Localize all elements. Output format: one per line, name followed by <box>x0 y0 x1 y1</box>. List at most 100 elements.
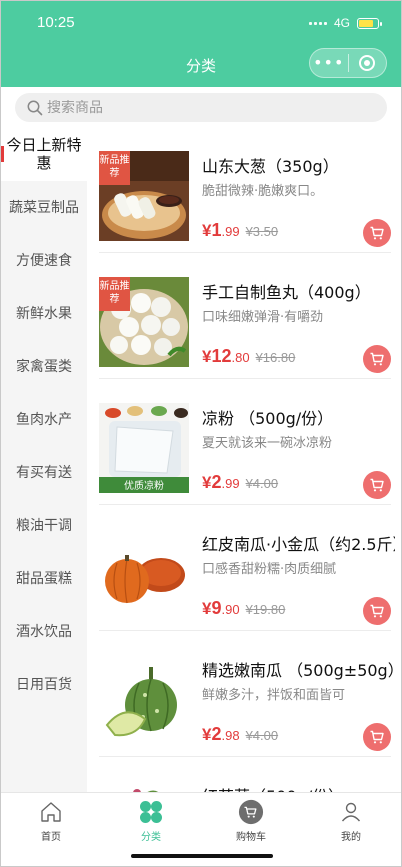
product-price: ¥9.90 ¥19.80 <box>202 598 285 619</box>
product-name: 红苋菜（500g/份） <box>202 783 395 792</box>
product-image: 新品推荐 <box>99 277 189 367</box>
sidebar-item-desserts[interactable]: 甜品蛋糕 <box>1 552 87 605</box>
product-desc: 口味细嫩弹滑·有嚼劲 <box>202 310 324 325</box>
product-desc: 口感香甜粉糯·肉质细腻 <box>202 562 337 577</box>
header: 10:25 4G 分类 ••• <box>1 1 401 87</box>
miniprogram-capsule: ••• <box>309 48 387 78</box>
product-card[interactable]: 新品推荐 山东大葱（350g） 脆甜微辣·脆嫩爽口。 ¥1.99 ¥3.50 <box>87 127 401 253</box>
original-price: ¥19.80 <box>245 602 286 617</box>
new-badge: 新品推荐 <box>99 277 130 311</box>
tab-label: 分类 <box>141 832 161 843</box>
price-decimal: .99 <box>221 224 240 239</box>
search-box[interactable] <box>15 93 387 122</box>
original-price: ¥4.00 <box>245 728 279 743</box>
search-input[interactable] <box>47 99 347 116</box>
battery-icon <box>357 17 382 29</box>
product-card[interactable]: 红苋菜（500g/份） <box>87 757 401 792</box>
product-name: 手工自制鱼丸（400g） <box>202 283 371 302</box>
cart-icon <box>238 799 264 825</box>
price-decimal: .80 <box>231 350 250 365</box>
product-card[interactable]: 红皮南瓜·小金瓜（约2.5斤） 口感香甜粉糯·肉质细腻 ¥9.90 ¥19.80 <box>87 505 401 631</box>
sidebar-item-grain-oil[interactable]: 粮油干调 <box>1 499 87 552</box>
product-desc: 鲜嫩多汁，拌饭和面皆可 <box>202 688 346 703</box>
pumpkin-photo <box>99 529 189 619</box>
product-price: ¥2.99 ¥4.00 <box>202 472 278 493</box>
status-time: 10:25 <box>37 14 75 31</box>
product-price: ¥12.80 ¥16.80 <box>202 346 295 367</box>
product-image <box>99 781 189 792</box>
add-to-cart-button[interactable] <box>363 471 391 499</box>
product-list: 新品推荐 山东大葱（350g） 脆甜微辣·脆嫩爽口。 ¥1.99 ¥3.50 新… <box>87 127 401 792</box>
sidebar-item-instant-food[interactable]: 方便速食 <box>1 234 87 287</box>
image-caption: 优质凉粉 <box>124 479 164 492</box>
product-price: ¥2.98 ¥4.00 <box>202 724 278 745</box>
cart-icon <box>370 730 384 744</box>
product-name: 红皮南瓜·小金瓜（约2.5斤） <box>202 535 395 554</box>
product-name: 凉粉 （500g/份） <box>202 409 334 428</box>
sidebar-item-label: 粮油干调 <box>16 517 72 534</box>
price-decimal: .90 <box>221 602 240 617</box>
add-to-cart-button[interactable] <box>363 723 391 751</box>
original-price: ¥16.80 <box>255 350 296 365</box>
sidebar-item-label: 日用百货 <box>16 676 72 693</box>
network-label: 4G <box>333 16 350 30</box>
add-to-cart-button[interactable] <box>363 345 391 373</box>
search-area <box>1 87 401 127</box>
cart-icon <box>370 226 384 240</box>
product-name: 山东大葱（350g） <box>202 157 339 176</box>
product-card[interactable]: 优质凉粉 凉粉 （500g/份） 夏天就该来一碗冰凉粉 ¥2.99 ¥4.00 <box>87 379 401 505</box>
sidebar-item-drinks[interactable]: 酒水饮品 <box>1 605 87 658</box>
product-name: 精选嫩南瓜 （500g±50g） <box>202 661 395 680</box>
product-card[interactable]: 精选嫩南瓜 （500g±50g） 鲜嫩多汁，拌饭和面皆可 ¥2.98 ¥4.00 <box>87 631 401 757</box>
price-integer: 2 <box>211 724 222 744</box>
more-button[interactable]: ••• <box>310 49 348 77</box>
price-integer: 2 <box>211 472 222 492</box>
close-button[interactable] <box>349 55 387 71</box>
home-icon <box>38 799 64 825</box>
sidebar-item-label: 家禽蛋类 <box>16 358 72 375</box>
product-desc: 脆甜微辣·脆嫩爽口。 <box>202 184 324 199</box>
sidebar-item-daily-goods[interactable]: 日用百货 <box>1 658 87 711</box>
product-desc: 夏天就该来一碗冰凉粉 <box>202 436 333 451</box>
close-icon <box>359 55 376 71</box>
sidebar-item-label: 蔬菜豆制品 <box>9 199 79 216</box>
sidebar-item-label: 鱼肉水产 <box>16 411 72 428</box>
sidebar-item-label: 酒水饮品 <box>16 623 72 640</box>
original-price: ¥4.00 <box>245 476 279 491</box>
add-to-cart-button[interactable] <box>363 597 391 625</box>
price-decimal: .98 <box>221 728 240 743</box>
tab-home[interactable]: 首页 <box>1 793 101 866</box>
new-badge: 新品推荐 <box>99 151 130 185</box>
product-card[interactable]: 新品推荐 手工自制鱼丸（400g） 口味细嫩弹滑·有嚼劲 ¥12.80 ¥16.8… <box>87 253 401 379</box>
product-image <box>99 529 189 619</box>
sidebar-item-meat-seafood[interactable]: 鱼肉水产 <box>1 393 87 446</box>
jelly-photo: 优质凉粉 <box>99 403 189 493</box>
sidebar-item-poultry-eggs[interactable]: 家禽蛋类 <box>1 340 87 393</box>
price-integer: 12 <box>211 346 232 366</box>
tab-label: 购物车 <box>236 832 266 843</box>
product-image: 优质凉粉 <box>99 403 189 493</box>
cart-icon <box>370 352 384 366</box>
sidebar-item-label: 今日上新特惠 <box>6 136 82 172</box>
original-price: ¥3.50 <box>245 224 279 239</box>
add-to-cart-button[interactable] <box>363 219 391 247</box>
sidebar-item-new-deals[interactable]: 今日上新特惠 <box>1 127 87 181</box>
tab-label: 我的 <box>341 832 361 843</box>
category-icon <box>138 799 164 825</box>
price-decimal: .99 <box>221 476 240 491</box>
sidebar-item-label: 新鲜水果 <box>16 305 72 322</box>
cart-icon <box>370 604 384 618</box>
product-image <box>99 655 189 745</box>
home-indicator <box>131 854 273 858</box>
tab-bar: 首页 分类 购物车 我的 <box>1 792 401 866</box>
user-icon <box>338 799 364 825</box>
sidebar-item-buy-get-free[interactable]: 有买有送 <box>1 446 87 499</box>
sidebar-item-vegetables[interactable]: 蔬菜豆制品 <box>1 181 87 234</box>
sidebar-item-label: 方便速食 <box>16 252 72 269</box>
sidebar-item-label: 有买有送 <box>16 464 72 481</box>
price-integer: 1 <box>211 220 222 240</box>
amaranth-photo <box>99 781 189 792</box>
category-sidebar: 今日上新特惠 蔬菜豆制品 方便速食 新鲜水果 家禽蛋类 鱼肉水产 有买有送 粮油… <box>1 127 87 792</box>
tab-profile[interactable]: 我的 <box>301 793 401 866</box>
sidebar-item-fruit[interactable]: 新鲜水果 <box>1 287 87 340</box>
